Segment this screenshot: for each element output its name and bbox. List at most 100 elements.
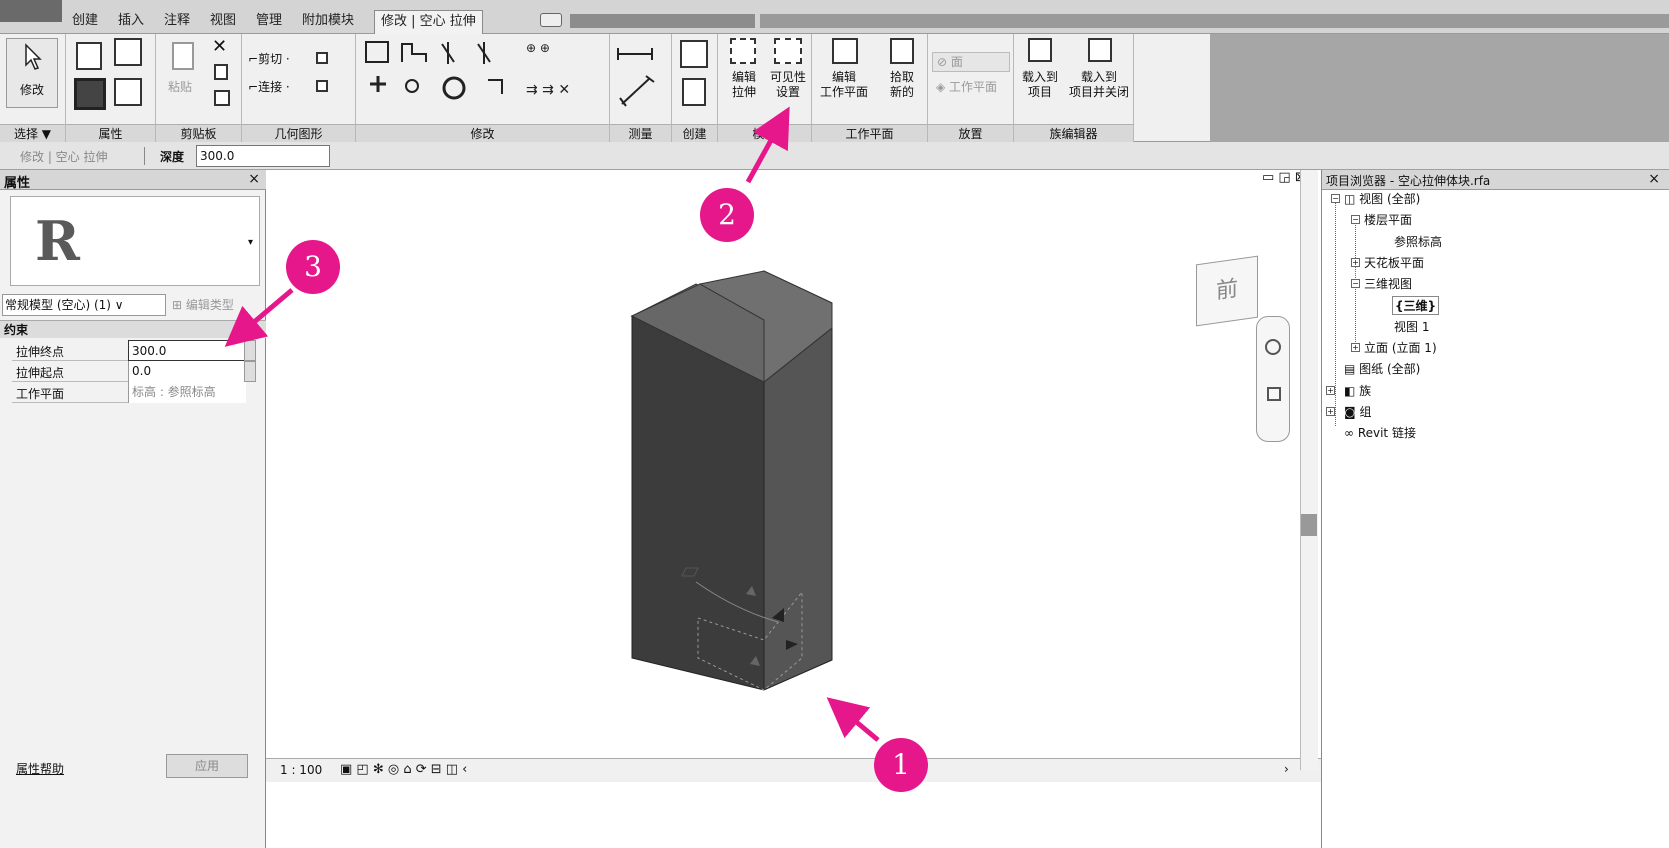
create-reference-icon[interactable]	[680, 40, 708, 68]
tab-addins[interactable]: 附加模块	[302, 10, 354, 34]
cut-scissors-icon[interactable]: ✕	[212, 36, 227, 57]
tree-node-sheets[interactable]: ▤ 图纸 (全部)	[1344, 360, 1420, 377]
tree-node-floor-plans[interactable]: 楼层平面	[1364, 211, 1412, 228]
view-control-bar: 1 : 100 ▣ ◰ ✻ ◎ ⌂ ⟳ ⊟ ◫ ‹ ›	[266, 758, 1321, 782]
property-scroll-handle[interactable]	[244, 340, 256, 361]
paste-icon[interactable]	[172, 42, 194, 70]
view-control-icons[interactable]: ▣ ◰ ✻ ◎ ⌂ ⟳ ⊟ ◫ ‹	[340, 762, 467, 777]
tab-insert[interactable]: 插入	[118, 10, 144, 34]
tree-node-3d-views[interactable]: 三维视图	[1364, 275, 1412, 292]
tab-annotate[interactable]: 注释	[164, 10, 190, 34]
properties-icon[interactable]	[74, 78, 106, 110]
tree-node-revit-links[interactable]: ∞ Revit 链接	[1344, 424, 1416, 441]
panel-title-select[interactable]: 选择 ▼	[0, 124, 65, 142]
project-browser-close-icon[interactable]: ×	[1648, 171, 1660, 187]
steering-wheel-icon[interactable]	[1265, 339, 1281, 355]
panel-workplane: 编辑 工作平面 拾取 新的 工作平面	[812, 34, 928, 142]
modify-tools-icons[interactable]: ⊕ ⊕ ⇉ ⇉ ✕	[356, 34, 610, 122]
properties-close-icon[interactable]: ×	[248, 171, 260, 187]
type-selector[interactable]: 常规模型 (空心) (1) ∨	[2, 294, 166, 316]
application-menu-button[interactable]	[0, 0, 62, 22]
tree-node-groups[interactable]: ◙ 组	[1344, 403, 1371, 420]
expand-families-icon[interactable]: +	[1326, 386, 1335, 395]
annotation-badge-2: 2	[700, 188, 754, 242]
expand-groups-icon[interactable]: +	[1326, 407, 1335, 416]
type-preview[interactable]: R ▾	[10, 196, 260, 286]
property-name: 拉伸起点	[16, 366, 65, 380]
tree-node-view-1[interactable]: 视图 1	[1394, 318, 1429, 335]
property-name: 工作平面	[16, 387, 65, 401]
modify-label: 修改	[19, 83, 44, 97]
family-types-icon[interactable]	[114, 38, 142, 66]
edit-workplane-label-2: 工作平面	[819, 85, 868, 99]
extrusion-end-input[interactable]: 300.0	[128, 340, 246, 361]
revit-window: 创建 插入 注释 视图 管理 附加模块 修改 | 空心 拉伸 修改 选择 ▼ 属…	[0, 0, 1669, 848]
panel-mode: 编辑 拉伸 可见性 设置 模式	[718, 34, 812, 142]
create-similar-icon[interactable]	[682, 78, 706, 106]
edit-workplane-button[interactable]: 编辑 工作平面	[816, 38, 872, 100]
cut-geometry-button[interactable]: ⌐剪切 ·	[248, 50, 290, 67]
tree-node-ceiling-plans[interactable]: 天花板平面	[1364, 254, 1424, 271]
collapse-3d-views-icon[interactable]: −	[1351, 279, 1360, 288]
zoom-region-icon[interactable]	[1267, 387, 1281, 401]
tab-view[interactable]: 视图	[210, 10, 236, 34]
match-properties-icon[interactable]	[214, 90, 230, 106]
panel-title-geometry: 几何图形	[242, 124, 355, 142]
ribbon-minimize-toggle[interactable]	[540, 13, 562, 27]
scroll-right-icon[interactable]: ›	[1284, 762, 1289, 776]
type-properties-icon[interactable]	[76, 42, 102, 70]
expand-ceiling-plans-icon[interactable]: +	[1351, 258, 1360, 267]
view-scale[interactable]: 1 : 100	[280, 763, 322, 777]
workplane-grid-icon	[832, 38, 858, 64]
measure-icon[interactable]	[610, 34, 672, 122]
vertical-scrollbar[interactable]	[1300, 170, 1318, 770]
tree-node-families-label: 族	[1359, 384, 1372, 398]
extrusion-3d-model[interactable]	[266, 170, 1321, 770]
tree-node-elevations[interactable]: 立面 (立面 1)	[1364, 339, 1437, 356]
property-scroll-handle[interactable]	[244, 361, 256, 382]
edit-extrusion-label-2: 拉伸	[731, 85, 756, 99]
tree-node-families[interactable]: ◧ 族	[1344, 382, 1371, 399]
load-and-close-button[interactable]: 载入到 项目并关闭	[1066, 38, 1132, 100]
property-row-extrusion-start: 拉伸起点 0.0	[12, 361, 246, 382]
visibility-settings-button[interactable]: 可见性 设置	[766, 38, 810, 100]
type-dropdown-arrow-icon[interactable]: ▾	[248, 237, 253, 248]
place-on-face-button[interactable]: ⊘ 面	[932, 52, 1010, 72]
vertical-scroll-thumb[interactable]	[1301, 514, 1317, 536]
properties-palette: 属性 × R ▾ 常规模型 (空心) (1) ∨ ⊞ 编辑类型 约束 拉伸终点 …	[0, 170, 266, 848]
tab-modify-void-extrusion[interactable]: 修改 | 空心 拉伸	[374, 10, 483, 35]
expand-elevations-icon[interactable]: +	[1351, 343, 1360, 352]
tree-node-views[interactable]: ◫ 视图 (全部)	[1344, 190, 1420, 207]
panel-placement: ⊘ 面 ◈ 工作平面 放置	[928, 34, 1014, 142]
constraints-category[interactable]: 约束	[0, 320, 266, 338]
apply-button[interactable]: 应用	[166, 754, 248, 778]
properties-help-link[interactable]: 属性帮助	[16, 760, 64, 777]
tree-node-sheets-label: 图纸 (全部)	[1359, 362, 1421, 376]
depth-input[interactable]: 300.0	[196, 145, 330, 167]
modify-button[interactable]: 修改	[6, 38, 58, 108]
load-into-project-button[interactable]: 载入到 项目	[1016, 38, 1064, 100]
collapse-floor-plans-icon[interactable]: −	[1351, 215, 1360, 224]
pick-new-button[interactable]: 拾取 新的	[880, 38, 924, 100]
tab-manage[interactable]: 管理	[256, 10, 282, 34]
extrusion-start-input[interactable]: 0.0	[128, 361, 246, 382]
edit-type-button[interactable]: ⊞ 编辑类型	[172, 296, 234, 313]
split-face-icon[interactable]	[316, 80, 328, 92]
panel-select: 修改 选择 ▼	[0, 34, 66, 142]
tree-node-3d-active[interactable]: {三维}	[1392, 296, 1440, 315]
join-geometry-label: 连接 ·	[258, 80, 290, 94]
copy-icon[interactable]	[214, 64, 228, 80]
viewcube[interactable]: 前	[1196, 255, 1258, 327]
3d-view-canvas[interactable]: 前 1 : 100 ▣ ◰ ✻ ◎ ⌂ ⟳ ⊟ ◫ ‹ ›	[266, 170, 1321, 848]
property-row-extrusion-end: 拉伸终点 300.0	[12, 340, 246, 361]
edit-extrusion-button[interactable]: 编辑 拉伸	[724, 38, 764, 100]
options-bar: 修改 | 空心 拉伸 深度 300.0	[0, 142, 1669, 170]
wall-joins-icon[interactable]	[316, 52, 328, 64]
tab-create[interactable]: 创建	[72, 10, 98, 34]
tree-node-ref-level[interactable]: 参照标高	[1394, 233, 1442, 250]
place-on-workplane-button[interactable]: ◈ 工作平面	[932, 78, 1010, 98]
join-geometry-button[interactable]: ⌐连接 ·	[248, 78, 290, 95]
navigation-bar[interactable]	[1256, 316, 1290, 442]
family-category-icon[interactable]	[114, 78, 142, 106]
collapse-views-icon[interactable]: −	[1331, 194, 1340, 203]
